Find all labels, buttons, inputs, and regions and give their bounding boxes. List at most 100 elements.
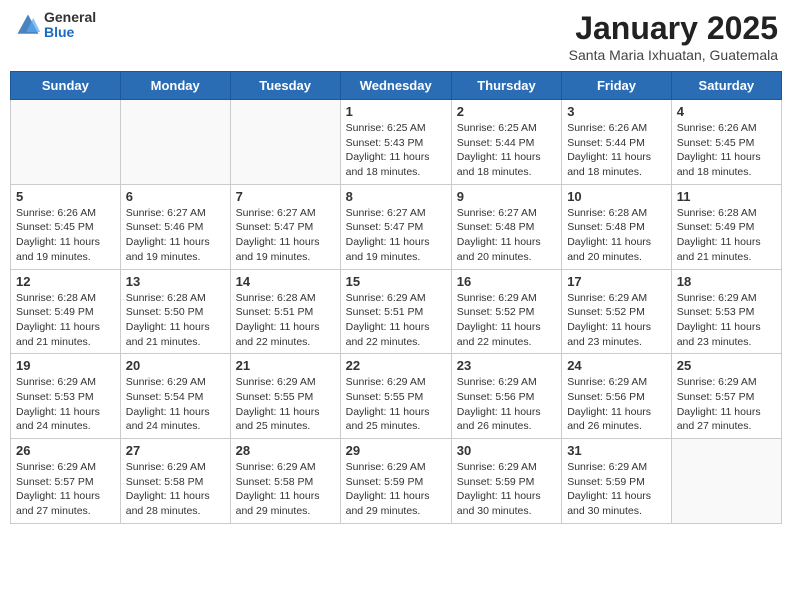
logo: General Blue (14, 10, 96, 41)
day-number: 20 (126, 358, 225, 373)
day-info: Sunrise: 6:28 AMSunset: 5:48 PMDaylight:… (567, 206, 666, 265)
day-info: Sunrise: 6:29 AMSunset: 5:54 PMDaylight:… (126, 375, 225, 434)
calendar-cell: 29 Sunrise: 6:29 AMSunset: 5:59 PMDayligh… (340, 439, 451, 524)
day-number: 24 (567, 358, 666, 373)
day-number: 22 (346, 358, 446, 373)
weekday-header-friday: Friday (562, 72, 672, 100)
weekday-header-monday: Monday (120, 72, 230, 100)
calendar-cell: 11Sunrise: 6:28 AMSunset: 5:49 PMDayligh… (671, 184, 781, 269)
day-info: Sunrise: 6:29 AMSunset: 5:58 PMDaylight:… (236, 460, 335, 519)
calendar-cell (11, 100, 121, 185)
day-info: Sunrise: 6:29 AMSunset: 5:59 PMDaylight:… (346, 460, 446, 519)
day-info: Sunrise: 6:29 AMSunset: 5:57 PMDaylight:… (677, 375, 776, 434)
day-info: Sunrise: 6:29 AMSunset: 5:51 PMDaylight:… (346, 291, 446, 350)
logo-icon (14, 11, 42, 39)
day-info: Sunrise: 6:26 AMSunset: 5:45 PMDaylight:… (16, 206, 115, 265)
calendar-cell: 6 Sunrise: 6:27 AMSunset: 5:46 PMDaylight… (120, 184, 230, 269)
day-info: Sunrise: 6:29 AMSunset: 5:55 PMDaylight:… (236, 375, 335, 434)
day-number: 17 (567, 274, 666, 289)
calendar-cell: 21 Sunrise: 6:29 AMSunset: 5:55 PMDayligh… (230, 354, 340, 439)
day-info: Sunrise: 6:28 AMSunset: 5:49 PMDaylight:… (16, 291, 115, 350)
calendar-cell: 9 Sunrise: 6:27 AMSunset: 5:48 PMDaylight… (451, 184, 561, 269)
calendar-cell: 10 Sunrise: 6:28 AMSunset: 5:48 PMDayligh… (562, 184, 672, 269)
calendar-week-row: 26Sunrise: 6:29 AMSunset: 5:57 PMDayligh… (11, 439, 782, 524)
day-number: 6 (126, 189, 225, 204)
logo-blue-text: Blue (44, 25, 96, 40)
day-number: 10 (567, 189, 666, 204)
day-info: Sunrise: 6:25 AMSunset: 5:44 PMDaylight:… (457, 121, 556, 180)
weekday-header-wednesday: Wednesday (340, 72, 451, 100)
day-number: 30 (457, 443, 556, 458)
day-info: Sunrise: 6:29 AMSunset: 5:59 PMDaylight:… (457, 460, 556, 519)
day-number: 9 (457, 189, 556, 204)
day-number: 27 (126, 443, 225, 458)
calendar-cell: 23Sunrise: 6:29 AMSunset: 5:56 PMDayligh… (451, 354, 561, 439)
calendar-week-row: 19Sunrise: 6:29 AMSunset: 5:53 PMDayligh… (11, 354, 782, 439)
logo-general-text: General (44, 10, 96, 25)
day-number: 18 (677, 274, 776, 289)
calendar-cell: 1 Sunrise: 6:25 AMSunset: 5:43 PMDaylight… (340, 100, 451, 185)
day-number: 19 (16, 358, 115, 373)
day-number: 25 (677, 358, 776, 373)
calendar-cell (230, 100, 340, 185)
calendar-cell: 12 Sunrise: 6:28 AMSunset: 5:49 PMDayligh… (11, 269, 121, 354)
day-info: Sunrise: 6:27 AMSunset: 5:47 PMDaylight:… (346, 206, 446, 265)
day-number: 1 (346, 104, 446, 119)
day-number: 7 (236, 189, 335, 204)
weekday-header-thursday: Thursday (451, 72, 561, 100)
calendar-cell: 25 Sunrise: 6:29 AMSunset: 5:57 PMDayligh… (671, 354, 781, 439)
day-info: Sunrise: 6:26 AMSunset: 5:44 PMDaylight:… (567, 121, 666, 180)
calendar-cell: 28Sunrise: 6:29 AMSunset: 5:58 PMDayligh… (230, 439, 340, 524)
day-info: Sunrise: 6:28 AMSunset: 5:51 PMDaylight:… (236, 291, 335, 350)
day-info: Sunrise: 6:29 AMSunset: 5:56 PMDaylight:… (457, 375, 556, 434)
calendar-cell: 17 Sunrise: 6:29 AMSunset: 5:52 PMDayligh… (562, 269, 672, 354)
page-header: General Blue January 2025 Santa Maria Ix… (10, 10, 782, 63)
day-number: 2 (457, 104, 556, 119)
day-number: 21 (236, 358, 335, 373)
weekday-header-tuesday: Tuesday (230, 72, 340, 100)
location-subtitle: Santa Maria Ixhuatan, Guatemala (569, 47, 778, 63)
day-number: 12 (16, 274, 115, 289)
calendar-week-row: 1 Sunrise: 6:25 AMSunset: 5:43 PMDaylight… (11, 100, 782, 185)
day-info: Sunrise: 6:29 AMSunset: 5:53 PMDaylight:… (677, 291, 776, 350)
day-number: 8 (346, 189, 446, 204)
day-number: 31 (567, 443, 666, 458)
day-number: 16 (457, 274, 556, 289)
day-info: Sunrise: 6:27 AMSunset: 5:48 PMDaylight:… (457, 206, 556, 265)
day-info: Sunrise: 6:29 AMSunset: 5:56 PMDaylight:… (567, 375, 666, 434)
calendar-cell: 2 Sunrise: 6:25 AMSunset: 5:44 PMDaylight… (451, 100, 561, 185)
calendar-header-row: SundayMondayTuesdayWednesdayThursdayFrid… (11, 72, 782, 100)
day-info: Sunrise: 6:29 AMSunset: 5:52 PMDaylight:… (567, 291, 666, 350)
calendar-cell: 16 Sunrise: 6:29 AMSunset: 5:52 PMDayligh… (451, 269, 561, 354)
calendar-cell: 7Sunrise: 6:27 AMSunset: 5:47 PMDaylight… (230, 184, 340, 269)
day-number: 26 (16, 443, 115, 458)
day-number: 5 (16, 189, 115, 204)
day-number: 3 (567, 104, 666, 119)
day-number: 14 (236, 274, 335, 289)
calendar-cell: 13Sunrise: 6:28 AMSunset: 5:50 PMDayligh… (120, 269, 230, 354)
calendar-cell: 26Sunrise: 6:29 AMSunset: 5:57 PMDayligh… (11, 439, 121, 524)
calendar-cell (671, 439, 781, 524)
day-info: Sunrise: 6:26 AMSunset: 5:45 PMDaylight:… (677, 121, 776, 180)
day-number: 4 (677, 104, 776, 119)
calendar-cell: 30 Sunrise: 6:29 AMSunset: 5:59 PMDayligh… (451, 439, 561, 524)
calendar-cell: 8 Sunrise: 6:27 AMSunset: 5:47 PMDaylight… (340, 184, 451, 269)
day-info: Sunrise: 6:29 AMSunset: 5:59 PMDaylight:… (567, 460, 666, 519)
calendar-cell: 20 Sunrise: 6:29 AMSunset: 5:54 PMDayligh… (120, 354, 230, 439)
day-number: 13 (126, 274, 225, 289)
calendar-cell: 18 Sunrise: 6:29 AMSunset: 5:53 PMDayligh… (671, 269, 781, 354)
calendar-table: SundayMondayTuesdayWednesdayThursdayFrid… (10, 71, 782, 524)
calendar-cell: 15Sunrise: 6:29 AMSunset: 5:51 PMDayligh… (340, 269, 451, 354)
day-info: Sunrise: 6:29 AMSunset: 5:52 PMDaylight:… (457, 291, 556, 350)
logo-text: General Blue (44, 10, 96, 41)
day-info: Sunrise: 6:27 AMSunset: 5:46 PMDaylight:… (126, 206, 225, 265)
calendar-cell: 4 Sunrise: 6:26 AMSunset: 5:45 PMDaylight… (671, 100, 781, 185)
weekday-header-sunday: Sunday (11, 72, 121, 100)
title-block: January 2025 Santa Maria Ixhuatan, Guate… (569, 10, 778, 63)
calendar-cell: 14 Sunrise: 6:28 AMSunset: 5:51 PMDayligh… (230, 269, 340, 354)
calendar-cell: 3 Sunrise: 6:26 AMSunset: 5:44 PMDaylight… (562, 100, 672, 185)
day-number: 29 (346, 443, 446, 458)
day-info: Sunrise: 6:25 AMSunset: 5:43 PMDaylight:… (346, 121, 446, 180)
calendar-week-row: 12 Sunrise: 6:28 AMSunset: 5:49 PMDayligh… (11, 269, 782, 354)
calendar-week-row: 5 Sunrise: 6:26 AMSunset: 5:45 PMDaylight… (11, 184, 782, 269)
